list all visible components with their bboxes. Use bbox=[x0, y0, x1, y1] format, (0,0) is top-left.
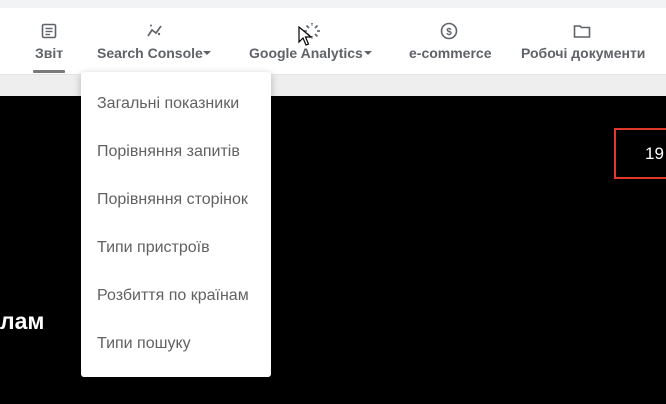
report-nav-bar: Звіт Search Console Google Analytics $ e… bbox=[0, 8, 666, 75]
svg-text:$: $ bbox=[446, 27, 452, 38]
mouse-pointer-icon bbox=[298, 26, 312, 46]
chevron-down-icon bbox=[364, 51, 372, 55]
tab-google-analytics-label: Google Analytics bbox=[249, 45, 363, 61]
tab-work-documents-label: Робочі документи bbox=[521, 45, 646, 61]
report-icon bbox=[41, 23, 57, 39]
menu-item-country-breakdown[interactable]: Розбиття по країнам bbox=[97, 281, 249, 311]
tab-search-console-label: Search Console bbox=[97, 45, 203, 61]
date-range-text: 19 bbox=[645, 144, 664, 163]
search-console-dropdown: Загальні показники Порівняння запитів По… bbox=[81, 72, 271, 377]
insights-icon bbox=[147, 24, 162, 37]
tab-report-label: Звіт bbox=[35, 45, 64, 61]
menu-item-device-types[interactable]: Типи пристроїв bbox=[97, 233, 210, 263]
tab-ecommerce-label: e-commerce bbox=[409, 45, 492, 61]
tab-work-documents[interactable]: Робочі документи bbox=[517, 8, 649, 74]
tab-search-console[interactable]: Search Console bbox=[94, 8, 216, 74]
dollar-icon: $ bbox=[440, 22, 458, 40]
section-heading: лам bbox=[0, 308, 45, 334]
menu-item-overview[interactable]: Загальні показники bbox=[97, 89, 239, 119]
tab-ecommerce[interactable]: $ e-commerce bbox=[405, 8, 493, 74]
menu-item-page-comparison[interactable]: Порівняння сторінок bbox=[97, 185, 248, 215]
folder-icon bbox=[573, 25, 591, 38]
menu-item-query-comparison[interactable]: Порівняння запитів bbox=[97, 137, 240, 167]
chevron-down-icon bbox=[203, 51, 211, 55]
top-strip bbox=[0, 0, 666, 8]
menu-item-search-types[interactable]: Типи пошуку bbox=[97, 329, 191, 359]
tab-report[interactable]: Звіт bbox=[27, 8, 71, 74]
active-tab-indicator bbox=[33, 70, 65, 73]
